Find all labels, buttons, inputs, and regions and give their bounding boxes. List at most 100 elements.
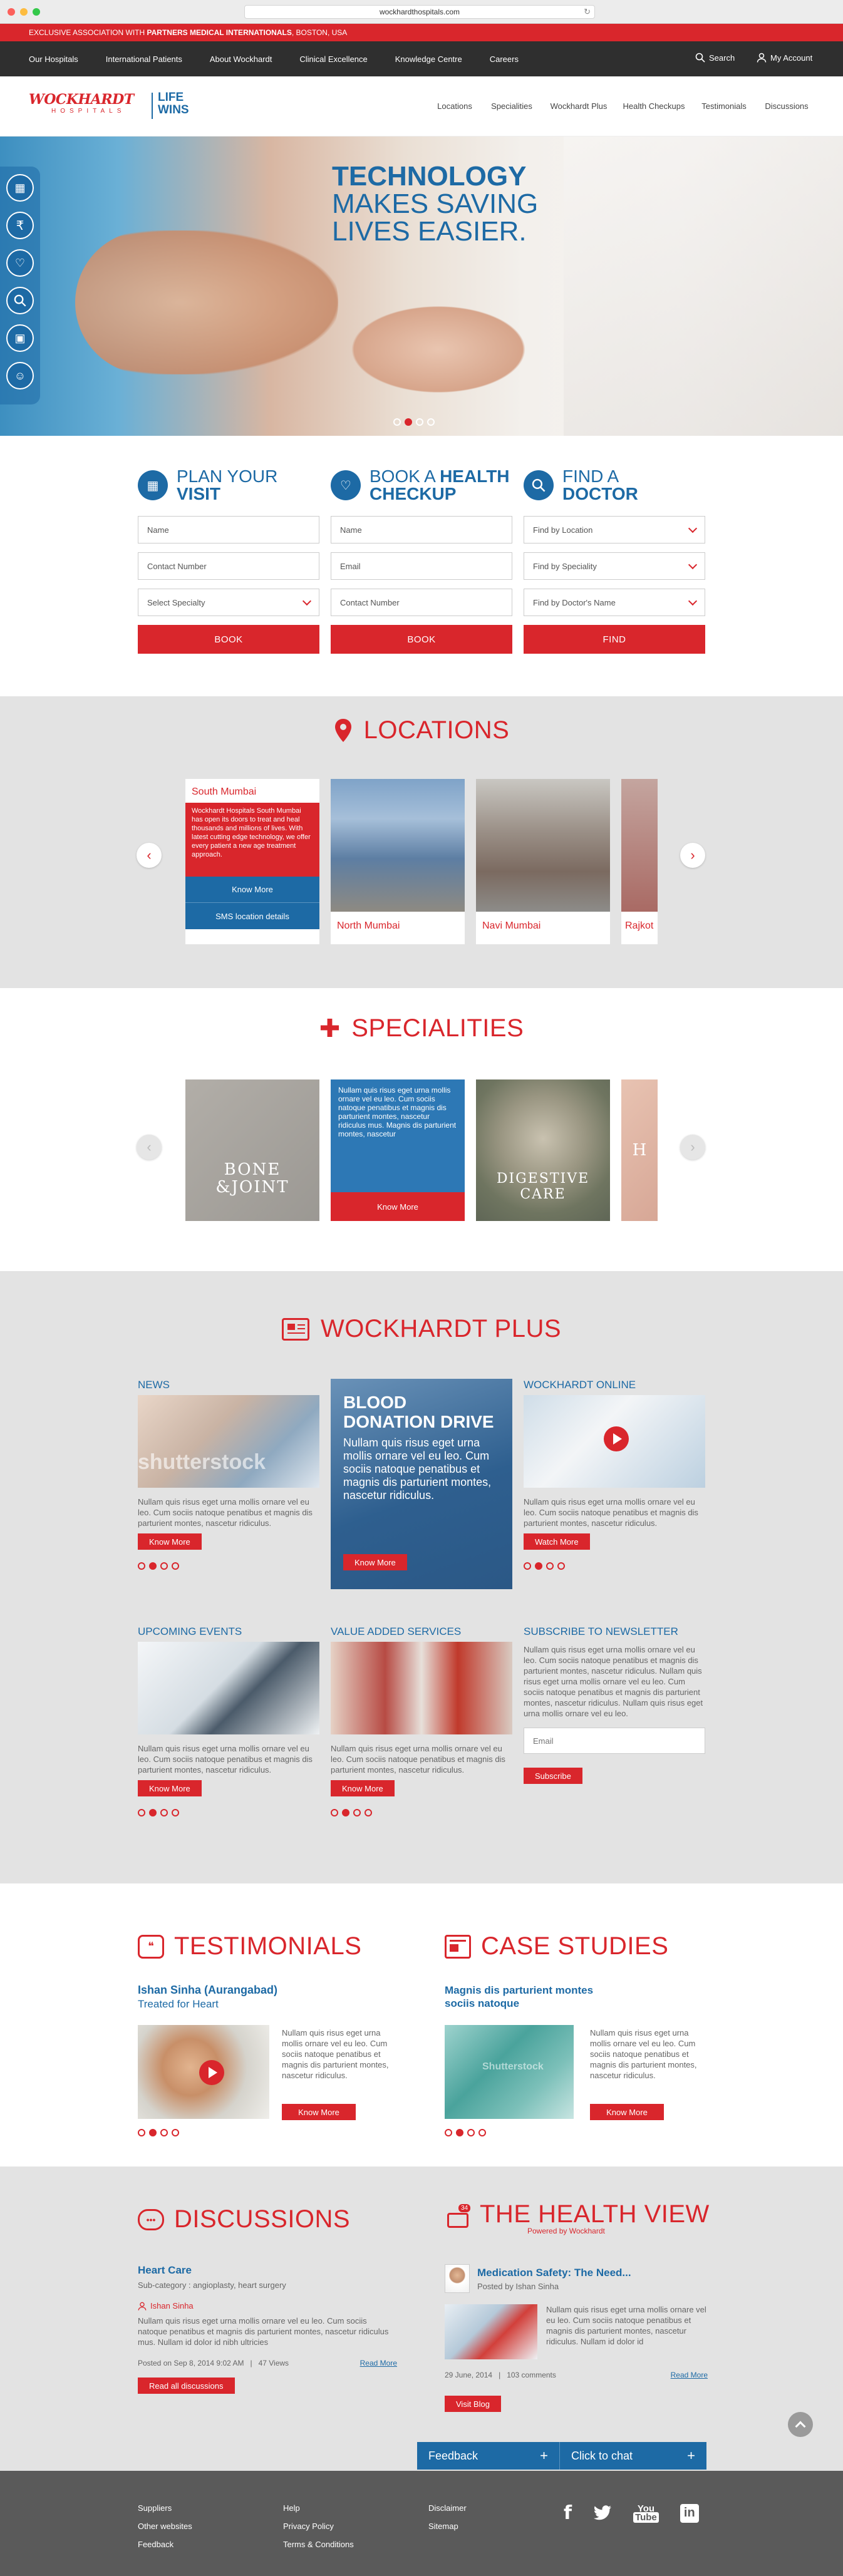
case-study-image[interactable]: Shutterstock — [445, 2025, 574, 2119]
carousel-dot[interactable] — [331, 1809, 338, 1816]
scroll-to-top-button[interactable] — [788, 2412, 813, 2437]
feedback-tab[interactable]: Feedback + — [417, 2442, 560, 2470]
carousel-dot[interactable] — [467, 2129, 475, 2136]
location-know-more-button[interactable]: Know More — [185, 877, 319, 903]
doctor-name-select[interactable]: Find by Doctor's Name — [524, 589, 705, 616]
plan-specialty-select[interactable]: Select Specialty — [138, 589, 319, 616]
carousel-dot-active[interactable] — [535, 1562, 542, 1570]
carousel-dot-active[interactable] — [149, 1562, 157, 1570]
online-carousel-dots[interactable] — [524, 1562, 705, 1570]
location-card-rajkot[interactable]: Rajkot — [621, 779, 658, 944]
carousel-dot[interactable] — [478, 2129, 486, 2136]
nav-about[interactable]: About Wockhardt — [210, 54, 272, 64]
specialities-next-arrow[interactable]: › — [680, 1135, 705, 1160]
play-icon[interactable] — [604, 1426, 629, 1451]
newsletter-subscribe-button[interactable]: Subscribe — [524, 1768, 582, 1784]
carousel-dot[interactable] — [160, 1562, 168, 1570]
wockhardt-logo[interactable]: WOCKHARDT HOSPITALS — [29, 91, 148, 123]
plan-name-field[interactable]: Name — [138, 516, 319, 544]
doctor-location-select[interactable]: Find by Location — [524, 516, 705, 544]
hero-dot[interactable] — [427, 418, 435, 426]
read-all-discussions-button[interactable]: Read all discussions — [138, 2378, 235, 2394]
events-carousel-dots[interactable] — [138, 1809, 319, 1816]
nav-testimonials[interactable]: Testimonials — [693, 101, 755, 111]
appointment-icon[interactable]: ▦ — [6, 174, 34, 202]
nav-international-patients[interactable]: International Patients — [106, 54, 182, 64]
case-study-carousel-dots[interactable] — [445, 2129, 486, 2136]
footer-help[interactable]: Help — [283, 2503, 354, 2513]
chat-tab[interactable]: Click to chat + — [560, 2442, 706, 2470]
carousel-dot[interactable] — [172, 2129, 179, 2136]
footer-other-websites[interactable]: Other websites — [138, 2522, 192, 2531]
linkedin-icon[interactable]: in — [680, 2503, 699, 2523]
speciality-partial[interactable]: H — [621, 1079, 658, 1221]
nav-knowledge-centre[interactable]: Knowledge Centre — [395, 54, 462, 64]
carousel-dot[interactable] — [353, 1809, 361, 1816]
nav-locations[interactable]: Locations — [428, 101, 481, 111]
carousel-dot[interactable] — [138, 2129, 145, 2136]
vas-carousel-dots[interactable] — [331, 1809, 512, 1816]
testimonial-video[interactable] — [138, 2025, 269, 2119]
play-icon[interactable] — [199, 2060, 224, 2085]
events-image[interactable] — [138, 1642, 319, 1734]
search-link[interactable]: Search — [695, 53, 735, 63]
hero-carousel-dots[interactable] — [393, 418, 435, 426]
footer-terms[interactable]: Terms & Conditions — [283, 2540, 354, 2549]
hero-dot[interactable] — [393, 418, 401, 426]
twitter-icon[interactable] — [593, 2505, 612, 2522]
stethoscope-icon[interactable]: ♡ — [6, 249, 34, 277]
carousel-dot[interactable] — [557, 1562, 565, 1570]
plan-contact-field[interactable]: Contact Number — [138, 552, 319, 580]
location-sms-button[interactable]: SMS location details — [185, 903, 319, 929]
carousel-dot[interactable] — [546, 1562, 554, 1570]
carousel-dot[interactable] — [365, 1809, 372, 1816]
minimize-window-dot[interactable] — [20, 8, 28, 16]
carousel-dot-active[interactable] — [149, 2129, 157, 2136]
nav-wockhardt-plus[interactable]: Wockhardt Plus — [542, 101, 615, 111]
video-consult-icon[interactable]: ▣ — [6, 324, 34, 352]
discussion-author[interactable]: Ishan Sinha — [150, 2301, 194, 2311]
speciality-digestive-care[interactable]: DIGESTIVE CARE — [476, 1079, 610, 1221]
checkup-email-field[interactable]: Email — [331, 552, 512, 580]
footer-privacy[interactable]: Privacy Policy — [283, 2522, 354, 2531]
testimonial-carousel-dots[interactable] — [138, 2129, 179, 2136]
testimonial-know-more-button[interactable]: Know More — [282, 2104, 356, 2120]
vas-image[interactable] — [331, 1642, 512, 1734]
locations-prev-arrow[interactable]: ‹ — [137, 843, 162, 868]
online-video-thumb[interactable] — [524, 1395, 705, 1488]
footer-sitemap[interactable]: Sitemap — [428, 2522, 467, 2531]
doctor-speciality-select[interactable]: Find by Speciality — [524, 552, 705, 580]
health-view-image[interactable] — [445, 2304, 537, 2359]
carousel-dot[interactable] — [172, 1562, 179, 1570]
maximize-window-dot[interactable] — [33, 8, 40, 16]
health-view-post-title[interactable]: Medication Safety: The Need... — [477, 2267, 631, 2279]
checkup-contact-field[interactable]: Contact Number — [331, 589, 512, 616]
footer-suppliers[interactable]: Suppliers — [138, 2503, 192, 2513]
blood-donation-card[interactable]: BLOOD DONATION DRIVE Nullam quis risus e… — [331, 1379, 512, 1589]
carousel-dot[interactable] — [160, 2129, 168, 2136]
footer-feedback[interactable]: Feedback — [138, 2540, 192, 2549]
nav-clinical-excellence[interactable]: Clinical Excellence — [299, 54, 367, 64]
events-know-more-button[interactable]: Know More — [138, 1780, 202, 1796]
nav-health-checkups[interactable]: Health Checkups — [615, 101, 693, 111]
carousel-dot-active[interactable] — [342, 1809, 349, 1816]
hero-dot-active[interactable] — [405, 418, 412, 426]
rupee-icon[interactable]: ₹ — [6, 212, 34, 239]
reload-icon[interactable]: ↻ — [584, 7, 591, 17]
youtube-icon[interactable]: You Tube — [633, 2504, 659, 2523]
case-study-know-more-button[interactable]: Know More — [590, 2104, 664, 2120]
blood-donation-know-more-button[interactable]: Know More — [343, 1554, 407, 1570]
carousel-dot[interactable] — [172, 1809, 179, 1816]
news-carousel-dots[interactable] — [138, 1562, 319, 1570]
speciality-know-more-button[interactable]: Know More — [331, 1192, 465, 1221]
carousel-dot[interactable] — [445, 2129, 452, 2136]
carousel-dot[interactable] — [524, 1562, 531, 1570]
checkup-name-field[interactable]: Name — [331, 516, 512, 544]
location-card-south-mumbai[interactable]: South Mumbai Wockhardt Hospitals South M… — [185, 779, 319, 944]
speciality-bone-joint[interactable]: BONE &JOINT — [185, 1079, 319, 1221]
news-know-more-button[interactable]: Know More — [138, 1533, 202, 1550]
speciality-brain-spine[interactable]: Nullam quis risus eget urna mollis ornar… — [331, 1079, 465, 1221]
discussion-topic[interactable]: Heart Care — [138, 2264, 397, 2277]
carousel-dot-active[interactable] — [456, 2129, 463, 2136]
hero-dot[interactable] — [416, 418, 423, 426]
